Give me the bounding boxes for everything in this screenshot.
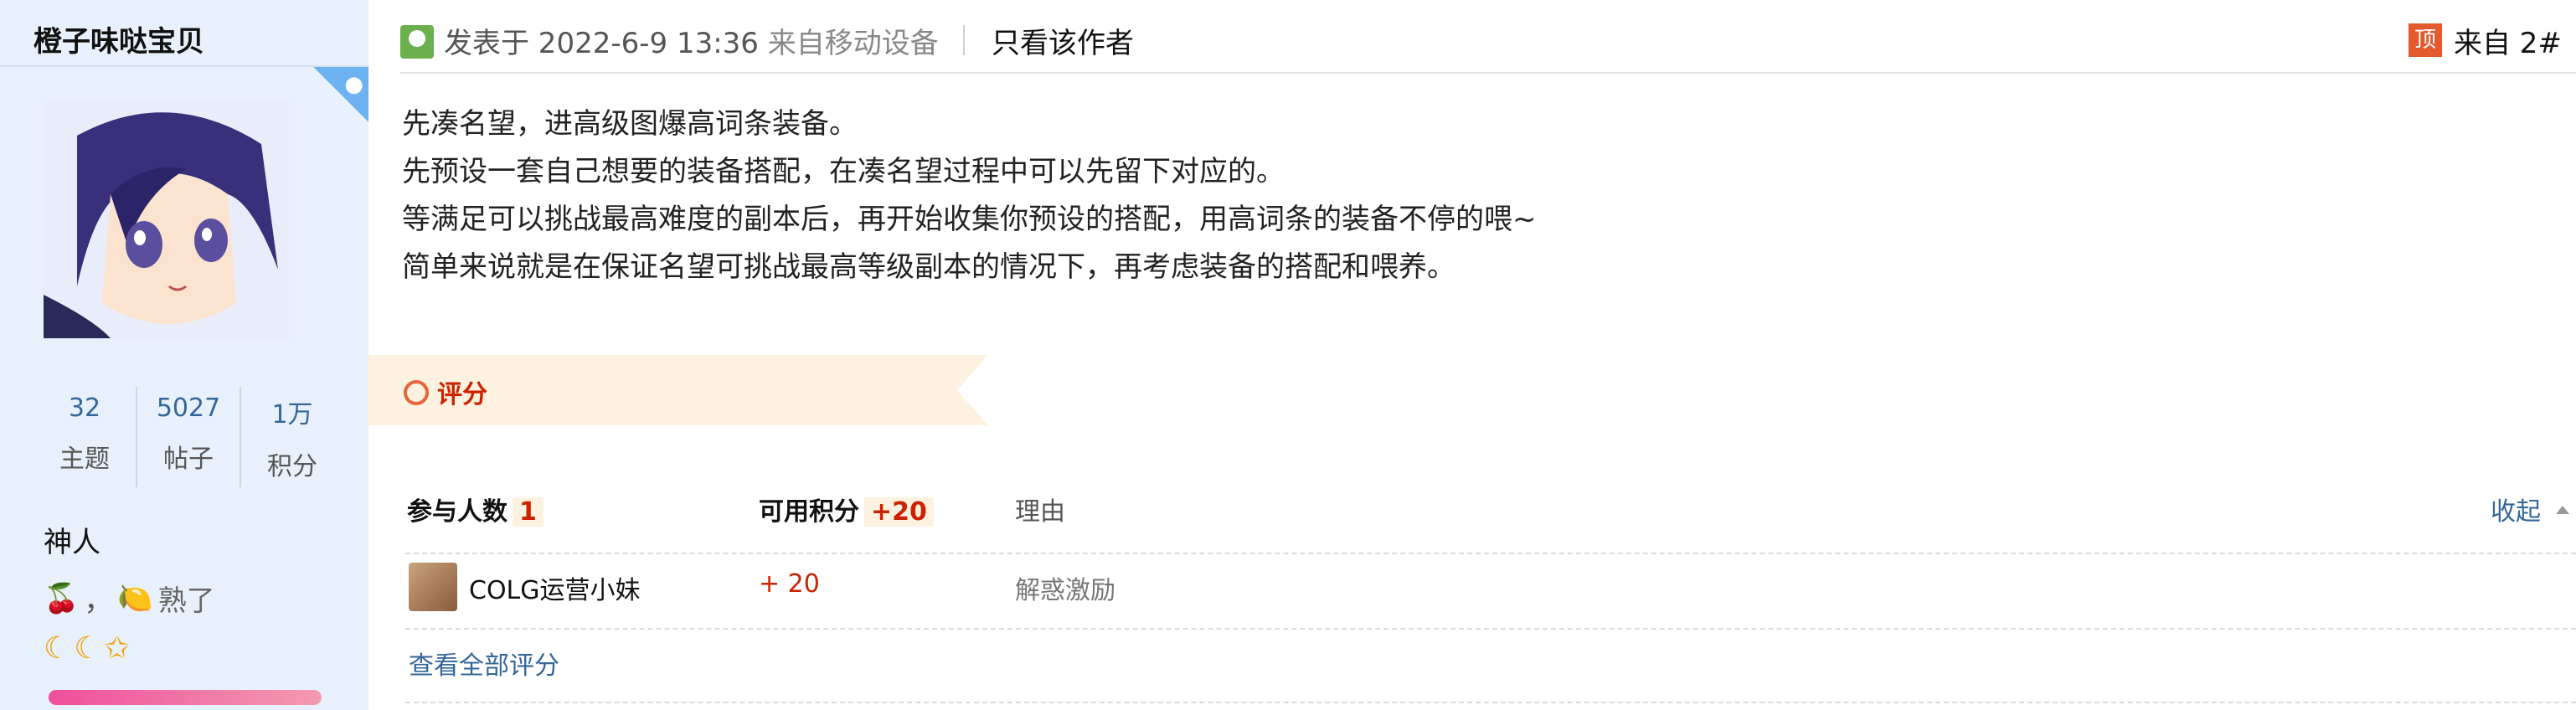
cherry-icon[interactable]: 🍒 xyxy=(44,582,79,615)
user-sidebar: 橙子味哒宝贝 ● 32 主题 5027 帖子 1万 积分 神人 🍒 ， 🍋 熟了… xyxy=(0,0,368,710)
rating-title: 评分 xyxy=(437,380,487,409)
stat-threads-label: 主题 xyxy=(59,445,110,474)
top-icon[interactable]: 顶 xyxy=(2409,23,2442,57)
post-meta: 发表于 2022-6-9 13:36 来自移动设备 xyxy=(444,20,939,61)
row-divider xyxy=(405,553,2576,554)
points-total: +20 xyxy=(864,497,934,527)
stat-posts[interactable]: 5027 帖子 xyxy=(136,387,240,487)
stat-threads-value[interactable]: 32 xyxy=(33,394,136,423)
stat-credits-label: 积分 xyxy=(267,452,317,481)
medal-separator: ， xyxy=(84,584,113,618)
anime-avatar-image xyxy=(44,102,295,338)
participants-header: 参与人数 1 xyxy=(407,491,544,527)
participants-label: 参与人数 xyxy=(407,497,507,527)
meta-separator xyxy=(963,25,965,55)
level-stars: ☾ ☾ ✩ xyxy=(44,631,130,666)
rater-reason: 解惑激励 xyxy=(1015,576,1115,605)
stat-posts-label: 帖子 xyxy=(163,445,214,474)
user-stats: 32 主题 5027 帖子 1万 积分 xyxy=(33,387,343,487)
row-divider xyxy=(405,702,2576,703)
rating-circle-icon xyxy=(404,380,429,405)
view-all-ratings-link[interactable]: 查看全部评分 xyxy=(409,645,559,682)
author-online-icon xyxy=(400,25,434,59)
chevron-up-icon[interactable] xyxy=(2556,506,2569,514)
points-label: 可用积分 xyxy=(759,497,859,527)
post-header: 发表于 2022-6-9 13:36 来自移动设备 只看该作者 顶 来自 2# xyxy=(400,0,2576,74)
rater-score: + 20 xyxy=(759,569,820,599)
medal-row: 🍒 ， 🍋 熟了 xyxy=(44,578,215,619)
floor-number[interactable]: 来自 2# xyxy=(2454,20,2562,61)
post-line: 简单来说就是在保证名望可挑战最高等级副本的情况下，再考虑装备的搭配和喂养。 xyxy=(402,250,1455,284)
post-content: 先凑名望，进高级图爆高词条装备。 先预设一套自己想要的装备搭配，在凑名望过程中可… xyxy=(402,100,1537,291)
moon-icon: ☾ xyxy=(44,631,71,666)
participants-count: 1 xyxy=(513,497,544,527)
lemon-icon[interactable]: 🍋 xyxy=(117,582,152,615)
points-header: 可用积分 +20 xyxy=(759,491,934,527)
collapse-link[interactable]: 收起 xyxy=(2491,491,2541,527)
online-status-icon: ● xyxy=(313,67,368,122)
stat-posts-value[interactable]: 5027 xyxy=(137,394,240,423)
row-divider xyxy=(405,628,2576,630)
post-device: 来自移动设备 xyxy=(767,27,939,60)
post-line: 先预设一套自己想要的装备搭配，在凑名望过程中可以先留下对应的。 xyxy=(402,155,1285,188)
rating-row: COLG运营小妹 + 20 解惑激励 xyxy=(405,561,2576,620)
post-line: 先凑名望，进高级图爆高词条装备。 xyxy=(402,107,858,141)
rater-avatar[interactable] xyxy=(409,563,457,611)
reason-header: 理由 xyxy=(1015,497,1065,527)
post-date: 发表于 2022-6-9 13:36 xyxy=(444,27,759,60)
moon-icon: ☾ xyxy=(74,631,101,666)
post-line: 等满足可以挑战最高难度的副本后，再开始收集你预设的搭配，用高词条的装备不停的喂~ xyxy=(402,203,1537,236)
user-rank: 神人 xyxy=(44,526,100,559)
username-link[interactable]: 橙子味哒宝贝 xyxy=(33,18,204,59)
star-icon: ✩ xyxy=(104,631,130,666)
stat-credits[interactable]: 1万 积分 xyxy=(240,387,343,487)
only-author-link[interactable]: 只看该作者 xyxy=(992,20,1134,61)
stat-credits-value[interactable]: 1万 xyxy=(241,394,343,430)
rating-table-header: 参与人数 1 可用积分 +20 理由 收起 xyxy=(405,491,2576,544)
stat-threads[interactable]: 32 主题 xyxy=(33,387,136,487)
user-avatar[interactable] xyxy=(44,102,295,338)
level-progress-bar xyxy=(49,690,322,705)
rater-name-link[interactable]: COLG运营小妹 xyxy=(469,569,641,606)
medal-label: 熟了 xyxy=(157,584,215,618)
